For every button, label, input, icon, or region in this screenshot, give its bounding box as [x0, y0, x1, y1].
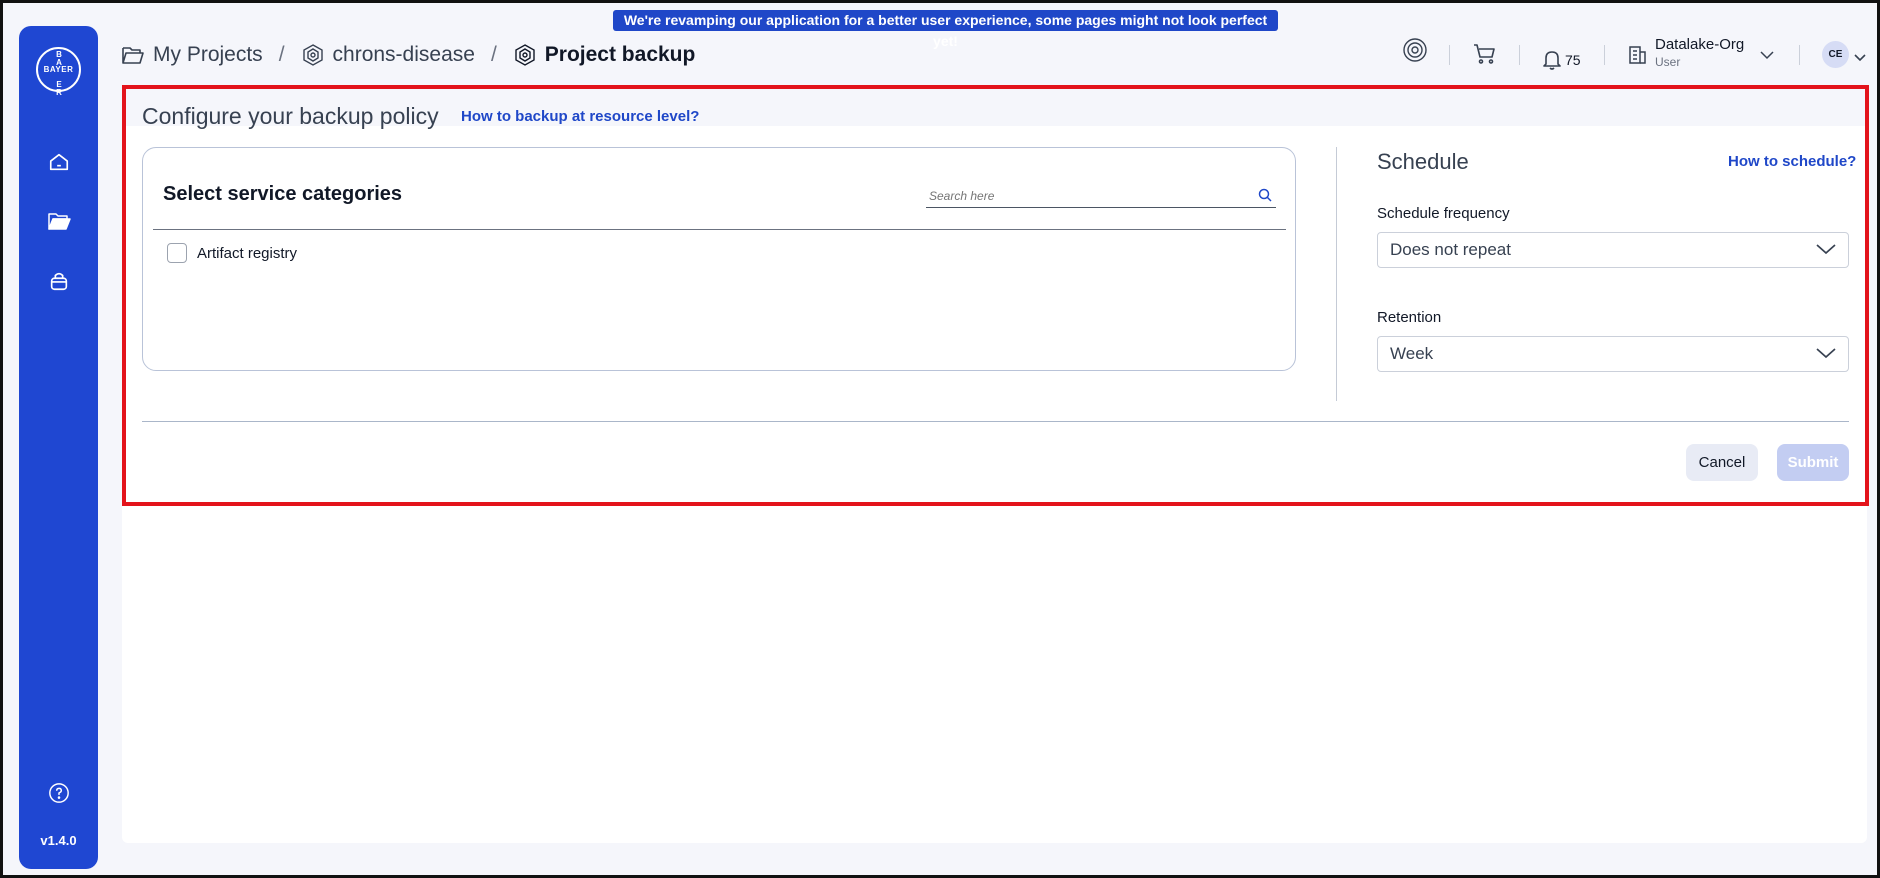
breadcrumb: My Projects / chrons-disease / Project b… — [121, 41, 695, 69]
user-avatar[interactable]: CE — [1822, 41, 1849, 68]
bell-icon — [1543, 51, 1561, 70]
bucket-icon[interactable] — [46, 268, 72, 294]
divider — [1604, 45, 1605, 65]
help-circle-icon[interactable] — [46, 780, 72, 806]
home-icon[interactable] — [46, 149, 72, 175]
breadcrumb-my-projects[interactable]: My Projects — [121, 43, 263, 67]
announcement-banner: We're revamping our application for a be… — [613, 10, 1278, 49]
highlight-box — [122, 85, 1869, 506]
breadcrumb-project[interactable]: chrons-disease — [301, 43, 475, 67]
notification-count: 75 — [1565, 52, 1581, 68]
bayer-logo[interactable]: BAYER BAER — [36, 47, 81, 96]
app-frame: We're revamping our application for a be… — [0, 0, 1880, 878]
notifications-button[interactable]: 75 — [1542, 43, 1581, 77]
breadcrumb-separator: / — [490, 43, 497, 66]
folder-icon[interactable] — [46, 208, 72, 234]
divider — [1799, 45, 1800, 65]
logo-text-vertical: BAER — [56, 50, 62, 97]
cart-icon[interactable] — [1473, 43, 1497, 77]
chevron-down-icon[interactable] — [1854, 49, 1866, 83]
divider — [1449, 45, 1450, 65]
org-role: User — [1655, 55, 1681, 69]
org-name[interactable]: Datalake-Org — [1655, 36, 1744, 53]
breadcrumb-current: Project backup — [513, 43, 696, 67]
building-icon — [1627, 44, 1647, 78]
chevron-down-icon[interactable] — [1760, 47, 1774, 81]
project-hexagon-icon — [302, 44, 323, 66]
breadcrumb-label: chrons-disease — [332, 43, 475, 66]
sidebar: BAYER BAER v1.4.0 — [19, 26, 98, 869]
breadcrumb-separator: / — [278, 43, 285, 66]
project-hexagon-icon — [515, 44, 535, 66]
divider — [1519, 45, 1520, 65]
breadcrumb-label: My Projects — [153, 43, 263, 66]
settings-icon[interactable] — [1402, 37, 1428, 71]
folder-open-icon — [122, 47, 144, 64]
breadcrumb-label: Project backup — [544, 43, 696, 66]
app-version: v1.4.0 — [40, 833, 77, 848]
